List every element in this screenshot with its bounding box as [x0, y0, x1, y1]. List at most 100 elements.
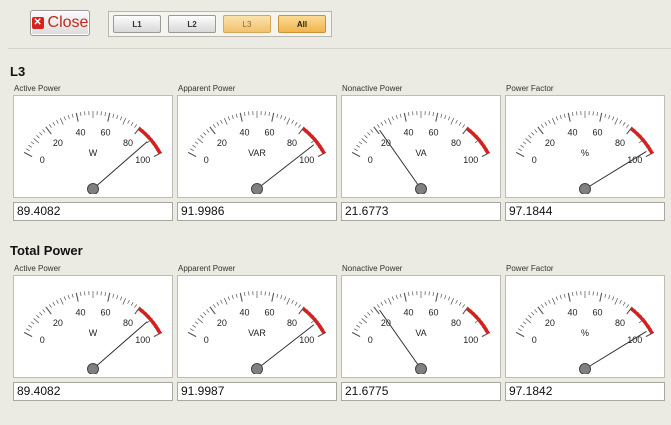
scale-tick — [548, 299, 551, 304]
scale-tick — [33, 138, 40, 144]
gauge-label: Apparent Power — [178, 264, 236, 273]
scale-tick — [36, 315, 40, 319]
scale-tick — [220, 119, 223, 124]
scale-tick — [551, 298, 556, 305]
scale-label: 60 — [264, 127, 274, 137]
scale-label: 40 — [76, 127, 86, 137]
scale-tick — [28, 144, 32, 148]
gauge-needle — [584, 150, 647, 190]
gauge-unit-label: % — [581, 328, 589, 338]
scale-tick — [212, 124, 216, 128]
scale-tick — [403, 112, 407, 122]
scale-tick — [276, 113, 279, 118]
scale-tick — [220, 299, 223, 304]
scale-tick — [391, 116, 394, 121]
gauge-unit-label: % — [581, 148, 589, 158]
gauge-frame: 0 20 40 60 80 100 VA — [341, 275, 501, 378]
scale-tick — [107, 112, 111, 122]
scale-tick — [608, 294, 611, 299]
scale-label: 60 — [428, 127, 438, 137]
scale-tick — [408, 111, 410, 117]
scale-tick — [364, 135, 368, 139]
scale-tick — [520, 144, 524, 148]
scale-tick — [608, 114, 611, 119]
close-button[interactable]: ✕ Close — [30, 10, 90, 36]
scale-tick — [567, 112, 571, 122]
scale-tick — [235, 113, 238, 118]
scale-tick — [286, 298, 291, 305]
scale-label: 0 — [532, 335, 537, 345]
scale-tick — [572, 111, 574, 117]
gauge-dial: 0 20 40 60 80100 W — [23, 291, 163, 374]
scale-tick — [56, 299, 59, 304]
gauge-hub — [87, 183, 99, 194]
scale-tick — [462, 124, 466, 128]
scale-tick — [604, 293, 607, 298]
tab-l2[interactable]: L2 — [168, 15, 216, 33]
scale-label: 60 — [592, 127, 602, 137]
scale-tick — [435, 292, 439, 302]
scale-label: 100 — [463, 155, 478, 165]
scale-tick — [26, 328, 30, 332]
scale-tick — [216, 121, 220, 126]
scale-tick — [534, 129, 538, 133]
close-x-icon: ✕ — [31, 17, 44, 29]
scale-tick — [52, 301, 56, 306]
scale-tick — [200, 135, 204, 139]
scale-label: 60 — [428, 307, 438, 317]
scale-tick — [112, 293, 115, 298]
scale-label: 20 — [545, 138, 555, 148]
scale-tick — [522, 141, 527, 145]
scale-tick — [358, 141, 363, 145]
tab-all[interactable]: All — [278, 15, 326, 33]
scale-tick — [403, 292, 407, 302]
scale-label: 40 — [404, 127, 414, 137]
scale-tick — [626, 124, 630, 128]
scale-tick — [559, 294, 562, 299]
scale-tick — [518, 328, 522, 332]
scale-tick — [268, 111, 270, 117]
scale-label: 60 — [592, 307, 602, 317]
scale-tick — [227, 116, 230, 121]
scale-tick — [612, 296, 615, 301]
scale-tick — [481, 331, 491, 338]
section-title-l3: L3 — [10, 64, 26, 79]
scale-tick — [645, 331, 655, 338]
gauge-unit-label: VAR — [248, 328, 266, 338]
scale-tick — [548, 119, 551, 124]
gauge-needle — [584, 330, 647, 370]
scale-tick — [244, 291, 246, 297]
gauge-dial: 0 20 40 60 80100 VAR — [187, 111, 327, 194]
scale-tick — [367, 312, 371, 316]
scale-label: 100 — [627, 155, 642, 165]
scale-tick — [75, 292, 79, 302]
scale-label: 80 — [615, 138, 625, 148]
scale-tick — [440, 293, 443, 298]
scale-tick — [531, 312, 535, 316]
scale-label: 40 — [404, 307, 414, 317]
gauge-hub — [579, 183, 591, 194]
gauge-label: Apparent Power — [178, 84, 236, 93]
scale-tick — [444, 114, 447, 119]
gauge-frame: 0 20 40 60 80 100 VAR — [177, 95, 337, 198]
scale-label: 80 — [615, 318, 625, 328]
tab-l1[interactable]: L1 — [113, 15, 161, 33]
gauge-value-field: 97.1842 — [505, 382, 665, 401]
scale-tick — [528, 315, 532, 319]
scale-tick — [563, 113, 566, 118]
scale-tick — [192, 324, 196, 328]
scale-label: 40 — [568, 307, 578, 317]
scale-tick — [435, 112, 439, 122]
scale-tick — [39, 312, 43, 316]
scale-tick — [192, 144, 196, 148]
tab-l3[interactable]: L3 — [223, 15, 271, 33]
scale-tick — [244, 111, 246, 117]
gauge-value-field: 21.6775 — [341, 382, 501, 401]
scale-tick — [42, 309, 46, 313]
scale-tick — [563, 293, 566, 298]
gauge-value-field: 91.9986 — [177, 202, 337, 221]
gauge-frame: 0 20 40 60 80 100 VAR — [177, 275, 337, 378]
gauge-hub — [415, 363, 427, 374]
scale-tick — [645, 151, 655, 158]
scale-tick — [455, 119, 458, 124]
